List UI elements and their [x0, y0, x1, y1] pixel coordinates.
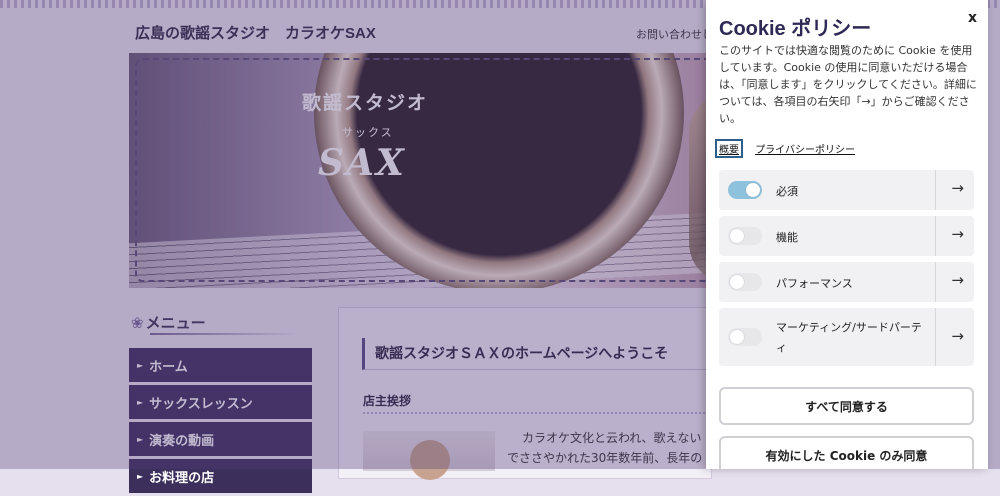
privacy-policy-link[interactable]: プライバシーポリシー	[755, 145, 855, 156]
arrow-right-icon[interactable]: →	[951, 327, 964, 345]
triangle-right-icon: ►	[137, 471, 144, 481]
accept-selected-button[interactable]: 有効にした Cookie のみ同意	[719, 436, 974, 469]
cookie-category-required: 必須 →	[719, 170, 974, 210]
tab-overview[interactable]: 概要	[715, 139, 743, 158]
category-label: 機能	[776, 231, 798, 244]
cookie-category-marketing: マーケティング/サードパーティ →	[719, 308, 974, 366]
category-divider	[935, 170, 936, 210]
category-label: パフォーマンス	[776, 277, 853, 290]
accept-all-button[interactable]: すべて同意する	[719, 387, 974, 425]
arrow-right-icon[interactable]: →	[951, 271, 964, 289]
performance-toggle[interactable]	[728, 273, 762, 291]
cookie-policy-panel: Cookie ポリシー x このサイトでは快適な閲覧のために Cookie を使…	[706, 0, 988, 469]
arrow-right-icon[interactable]: →	[951, 179, 964, 197]
category-divider	[935, 216, 936, 256]
close-button[interactable]: x	[968, 10, 977, 26]
cookie-panel-title: Cookie ポリシー	[719, 18, 872, 40]
category-label: マーケティング/サードパーティ	[776, 321, 922, 354]
category-divider	[935, 262, 936, 302]
functional-toggle[interactable]	[728, 227, 762, 245]
marketing-toggle[interactable]	[728, 328, 762, 346]
category-label: 必須	[776, 185, 798, 198]
cookie-category-performance: パフォーマンス →	[719, 262, 974, 302]
cookie-category-functional: 機能 →	[719, 216, 974, 256]
cookie-description: このサイトでは快適な閲覧のために Cookie を使用しています。Cookie …	[719, 44, 977, 125]
cookie-panel-links: 概要 プライバシーポリシー	[715, 139, 855, 158]
category-divider	[935, 308, 936, 366]
required-toggle[interactable]	[728, 181, 762, 199]
arrow-right-icon[interactable]: →	[951, 225, 964, 243]
